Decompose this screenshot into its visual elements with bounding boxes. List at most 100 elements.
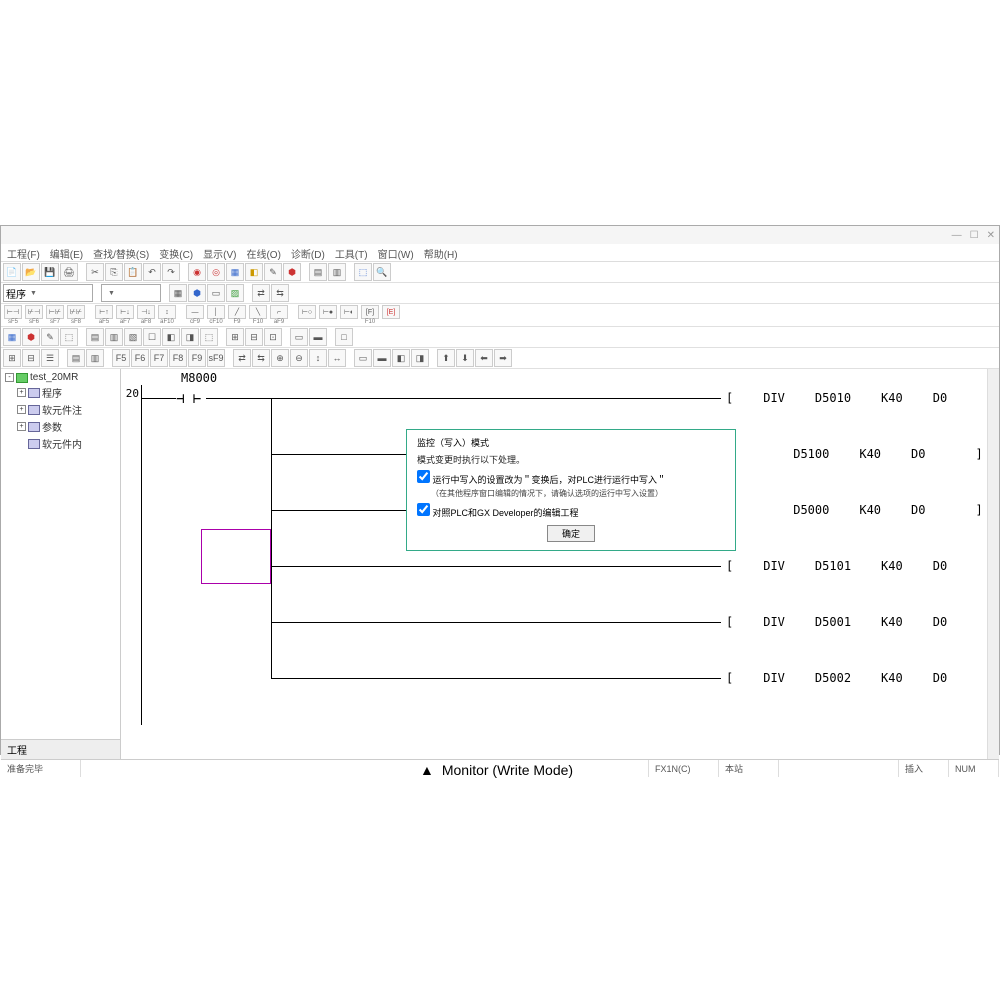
tb2-a-icon[interactable]: ▦ xyxy=(169,284,187,302)
tb5-25-icon[interactable]: ➡ xyxy=(494,349,512,367)
menu-find[interactable]: 查找/替换(S) xyxy=(93,246,149,259)
tb5-5-icon[interactable]: ▥ xyxy=(86,349,104,367)
tb5-12-icon[interactable]: ⇄ xyxy=(233,349,251,367)
ld-out1-icon[interactable]: ⊢○ xyxy=(298,305,316,319)
tb5-16-icon[interactable]: ↕ xyxy=(309,349,327,367)
tb5-22-icon[interactable]: ⬆ xyxy=(437,349,455,367)
ld-f6-icon[interactable]: ⊬⊣ xyxy=(25,305,43,319)
tool-h-icon[interactable]: ▥ xyxy=(328,263,346,281)
ld-f10-icon[interactable]: ╲ xyxy=(249,305,267,319)
tb5-15-icon[interactable]: ⊖ xyxy=(290,349,308,367)
tb4-17-icon[interactable]: □ xyxy=(335,328,353,346)
menu-file[interactable]: 工程(F) xyxy=(7,246,40,259)
ld-cf9-icon[interactable]: — xyxy=(186,305,204,319)
tb4-4-icon[interactable]: ⬚ xyxy=(60,328,78,346)
dialog-checkbox-1[interactable]: 运行中写入的设置改为＂变换后，对PLC进行运行中写入＂ xyxy=(417,470,725,486)
copy-icon[interactable]: ⎘ xyxy=(105,263,123,281)
tb5-1-icon[interactable]: ⊞ xyxy=(3,349,21,367)
menu-online[interactable]: 在线(O) xyxy=(246,246,280,259)
menu-tools[interactable]: 工具(T) xyxy=(335,246,368,259)
cut-icon[interactable]: ✂ xyxy=(86,263,104,281)
ld-f8-icon[interactable]: ⊬⊬ xyxy=(67,305,85,319)
tb4-7-icon[interactable]: ▧ xyxy=(124,328,142,346)
tree-item-device-memory[interactable]: 软元件内 xyxy=(3,435,118,452)
menu-convert[interactable]: 变换(C) xyxy=(159,246,193,259)
ld-f9-icon[interactable]: ╱ xyxy=(228,305,246,319)
tb5-9-icon[interactable]: F8 xyxy=(169,349,187,367)
tb4-14-icon[interactable]: ⊡ xyxy=(264,328,282,346)
menu-view[interactable]: 显示(V) xyxy=(203,246,236,259)
ld-af5-icon[interactable]: ⊢↑ xyxy=(95,305,113,319)
tb2-d-icon[interactable]: ▨ xyxy=(226,284,244,302)
print-icon[interactable]: 🖨 xyxy=(60,263,78,281)
ld-out5-icon[interactable]: [E] xyxy=(382,305,400,319)
ld-af9-icon[interactable]: ⌐ xyxy=(270,305,288,319)
tb4-15-icon[interactable]: ▭ xyxy=(290,328,308,346)
menu-help[interactable]: 帮助(H) xyxy=(424,246,458,259)
tb4-12-icon[interactable]: ⊞ xyxy=(226,328,244,346)
tb4-1-icon[interactable]: ▦ xyxy=(3,328,21,346)
tb4-11-icon[interactable]: ⬚ xyxy=(200,328,218,346)
save-icon[interactable]: 💾 xyxy=(41,263,59,281)
ld-af7-icon[interactable]: ⊢↓ xyxy=(116,305,134,319)
menu-diag[interactable]: 诊断(D) xyxy=(291,246,325,259)
tree-item-device-comment[interactable]: +软元件注 xyxy=(3,401,118,418)
tb5-23-icon[interactable]: ⬇ xyxy=(456,349,474,367)
ld-out4-icon[interactable]: [F] xyxy=(361,305,379,319)
tb5-20-icon[interactable]: ◧ xyxy=(392,349,410,367)
tb4-16-icon[interactable]: ▬ xyxy=(309,328,327,346)
tb5-6-icon[interactable]: F5 xyxy=(112,349,130,367)
tb5-19-icon[interactable]: ▬ xyxy=(373,349,391,367)
program-combo[interactable]: 程序 xyxy=(3,284,93,302)
tb4-6-icon[interactable]: ▥ xyxy=(105,328,123,346)
tb5-8-icon[interactable]: F7 xyxy=(150,349,168,367)
ld-af8-icon[interactable]: ⊣↓ xyxy=(137,305,155,319)
tb4-9-icon[interactable]: ◧ xyxy=(162,328,180,346)
tb5-18-icon[interactable]: ▭ xyxy=(354,349,372,367)
tb4-2-icon[interactable]: ⬢ xyxy=(22,328,40,346)
ladder-editor[interactable]: M8000 20 ⊣ ⊢ [DIVD5010K40D0] D5100K40D0]… xyxy=(121,369,999,759)
tb5-24-icon[interactable]: ⬅ xyxy=(475,349,493,367)
tb4-8-icon[interactable]: ☐ xyxy=(143,328,161,346)
dialog-checkbox-2[interactable]: 对照PLC和GX Developer的编辑工程 xyxy=(417,503,725,519)
combo-2[interactable] xyxy=(101,284,161,302)
open-icon[interactable]: 📂 xyxy=(22,263,40,281)
tb5-10-icon[interactable]: F9 xyxy=(188,349,206,367)
redo-icon[interactable]: ↷ xyxy=(162,263,180,281)
tb4-13-icon[interactable]: ⊟ xyxy=(245,328,263,346)
tb5-13-icon[interactable]: ⇆ xyxy=(252,349,270,367)
tree-item-program[interactable]: +程序 xyxy=(3,384,118,401)
tree-root[interactable]: -test_20MR xyxy=(3,371,118,384)
tb2-f-icon[interactable]: ⇆ xyxy=(271,284,289,302)
minimize-button[interactable]: — xyxy=(952,230,962,241)
ld-out2-icon[interactable]: ⊢● xyxy=(319,305,337,319)
ld-cf10-icon[interactable]: │ xyxy=(207,305,225,319)
tb5-14-icon[interactable]: ⊕ xyxy=(271,349,289,367)
tool-i-icon[interactable]: ⬚ xyxy=(354,263,372,281)
tb2-c-icon[interactable]: ▭ xyxy=(207,284,225,302)
tb5-4-icon[interactable]: ▤ xyxy=(67,349,85,367)
ld-af10-icon[interactable]: ↕ xyxy=(158,305,176,319)
sidebar-tab-project[interactable]: 工程 xyxy=(1,739,120,759)
tool-c-icon[interactable]: ▦ xyxy=(226,263,244,281)
tb5-11-icon[interactable]: sF9 xyxy=(207,349,225,367)
tb4-5-icon[interactable]: ▤ xyxy=(86,328,104,346)
ld-f7-icon[interactable]: ⊢⊬ xyxy=(46,305,64,319)
tool-f-icon[interactable]: ⬢ xyxy=(283,263,301,281)
close-button[interactable]: ✕ xyxy=(987,230,995,241)
new-icon[interactable]: 📄 xyxy=(3,263,21,281)
tb4-3-icon[interactable]: ✎ xyxy=(41,328,59,346)
tb5-3-icon[interactable]: ☰ xyxy=(41,349,59,367)
maximize-button[interactable]: ☐ xyxy=(970,230,979,241)
undo-icon[interactable]: ↶ xyxy=(143,263,161,281)
tb4-10-icon[interactable]: ◨ xyxy=(181,328,199,346)
tb5-21-icon[interactable]: ◨ xyxy=(411,349,429,367)
project-tree[interactable]: -test_20MR +程序 +软元件注 +参数 软元件内 xyxy=(1,369,120,739)
tb2-b-icon[interactable]: ⬢ xyxy=(188,284,206,302)
tool-e-icon[interactable]: ✎ xyxy=(264,263,282,281)
tb5-7-icon[interactable]: F6 xyxy=(131,349,149,367)
tb2-e-icon[interactable]: ⇄ xyxy=(252,284,270,302)
tb5-17-icon[interactable]: ↔ xyxy=(328,349,346,367)
tb5-2-icon[interactable]: ⊟ xyxy=(22,349,40,367)
ld-f5-icon[interactable]: ⊢⊣ xyxy=(4,305,22,319)
